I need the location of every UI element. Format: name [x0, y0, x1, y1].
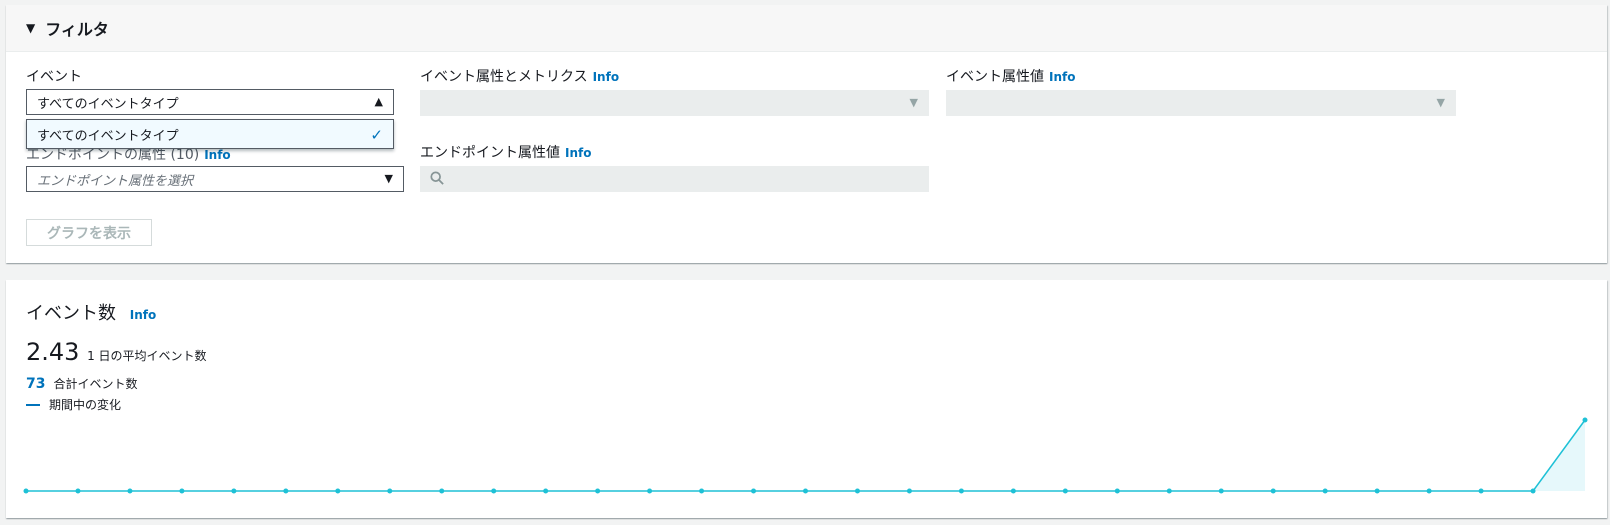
- chart-point[interactable]: [387, 488, 393, 494]
- endpoint-value-text: エンドポイント属性値: [420, 145, 560, 161]
- attr-value-select[interactable]: ▼: [946, 90, 1456, 116]
- chart-area: [26, 420, 1585, 491]
- info-link[interactable]: Info: [593, 70, 619, 84]
- chart-point[interactable]: [543, 488, 549, 494]
- chart-point[interactable]: [1114, 488, 1120, 494]
- attr-metrics-select[interactable]: ▼: [420, 90, 929, 116]
- total-label: 合計イベント数: [53, 377, 138, 391]
- avg-label: 1 日の平均イベント数: [87, 349, 207, 363]
- info-link[interactable]: Info: [204, 148, 230, 162]
- chart-point[interactable]: [75, 488, 81, 494]
- chart-point[interactable]: [1062, 488, 1068, 494]
- info-link[interactable]: Info: [1049, 70, 1075, 84]
- caret-down-icon[interactable]: ▼: [26, 21, 35, 35]
- endpoint-value-label: エンドポイント属性値 Info: [420, 142, 591, 162]
- chart-point[interactable]: [439, 488, 445, 494]
- chart-point[interactable]: [1010, 488, 1016, 494]
- chart-point[interactable]: [803, 488, 808, 494]
- endpoint-attr-placeholder: エンドポイント属性を選択: [37, 173, 194, 189]
- avg-value: 2.43: [26, 338, 80, 366]
- endpoint-attr-select[interactable]: エンドポイント属性を選択 ▼: [26, 166, 404, 192]
- event-select-value: すべてのイベントタイプ: [37, 96, 179, 112]
- metric-title-text: イベント数: [26, 303, 116, 324]
- attr-metrics-text: イベント属性とメトリクス: [420, 69, 588, 85]
- chart-point[interactable]: [906, 488, 912, 494]
- chart-point[interactable]: [1426, 488, 1432, 494]
- caret-down-icon: ▼: [384, 172, 393, 185]
- search-icon: [430, 171, 444, 185]
- chart-point[interactable]: [1270, 488, 1276, 494]
- chart-point[interactable]: [1166, 488, 1172, 494]
- attr-value-label: イベント属性値 Info: [946, 66, 1075, 86]
- chart-point[interactable]: [647, 488, 653, 494]
- chart-point[interactable]: [179, 488, 185, 494]
- chart-point[interactable]: [1478, 488, 1484, 494]
- event-select[interactable]: すべてのイベントタイプ ▲: [26, 89, 394, 115]
- chart-point[interactable]: [491, 488, 497, 494]
- chart-point[interactable]: [699, 488, 705, 494]
- chart-point[interactable]: [751, 488, 757, 494]
- chart-point[interactable]: [127, 488, 133, 494]
- caret-down-icon: ▼: [909, 96, 918, 109]
- chart-point[interactable]: [1582, 417, 1588, 423]
- avg-metric: 2.43 1 日の平均イベント数: [26, 338, 207, 366]
- total-value: 73: [26, 376, 46, 392]
- event-dropdown-option[interactable]: すべてのイベントタイプ ✓: [26, 119, 394, 149]
- chart-point[interactable]: [1322, 488, 1328, 494]
- chart-point[interactable]: [283, 488, 289, 494]
- check-icon: ✓: [370, 126, 383, 144]
- caret-up-icon: ▲: [374, 95, 383, 108]
- event-label: イベント: [26, 69, 82, 85]
- attr-metrics-label: イベント属性とメトリクス Info: [420, 66, 619, 86]
- endpoint-value-search[interactable]: [420, 166, 929, 192]
- event-option-label: すべてのイベントタイプ: [37, 128, 179, 144]
- chart-point[interactable]: [958, 488, 964, 494]
- filter-header[interactable]: ▼ フィルタ: [6, 5, 1607, 52]
- info-link[interactable]: Info: [130, 308, 156, 322]
- chart-point[interactable]: [23, 488, 29, 494]
- total-metric: 73 合計イベント数: [26, 375, 138, 392]
- chart-point[interactable]: [335, 488, 341, 494]
- chart-point[interactable]: [1530, 488, 1536, 494]
- chart-point[interactable]: [595, 488, 601, 494]
- event-count-chart: [23, 417, 1588, 494]
- info-link[interactable]: Info: [565, 146, 591, 160]
- chart-series-line: [26, 419, 1586, 492]
- endpoint-attr-text: エンドポイントの属性 (10): [26, 147, 200, 163]
- chart-point[interactable]: [1218, 488, 1224, 494]
- attr-value-text: イベント属性値: [946, 69, 1044, 85]
- chart-point[interactable]: [1374, 488, 1380, 494]
- metric-title: イベント数 Info: [26, 299, 156, 325]
- chart-point[interactable]: [231, 488, 237, 494]
- filter-title: フィルタ: [45, 20, 109, 39]
- chart-point[interactable]: [854, 488, 860, 494]
- caret-down-icon: ▼: [1436, 96, 1445, 109]
- show-graph-button[interactable]: グラフを表示: [26, 219, 152, 246]
